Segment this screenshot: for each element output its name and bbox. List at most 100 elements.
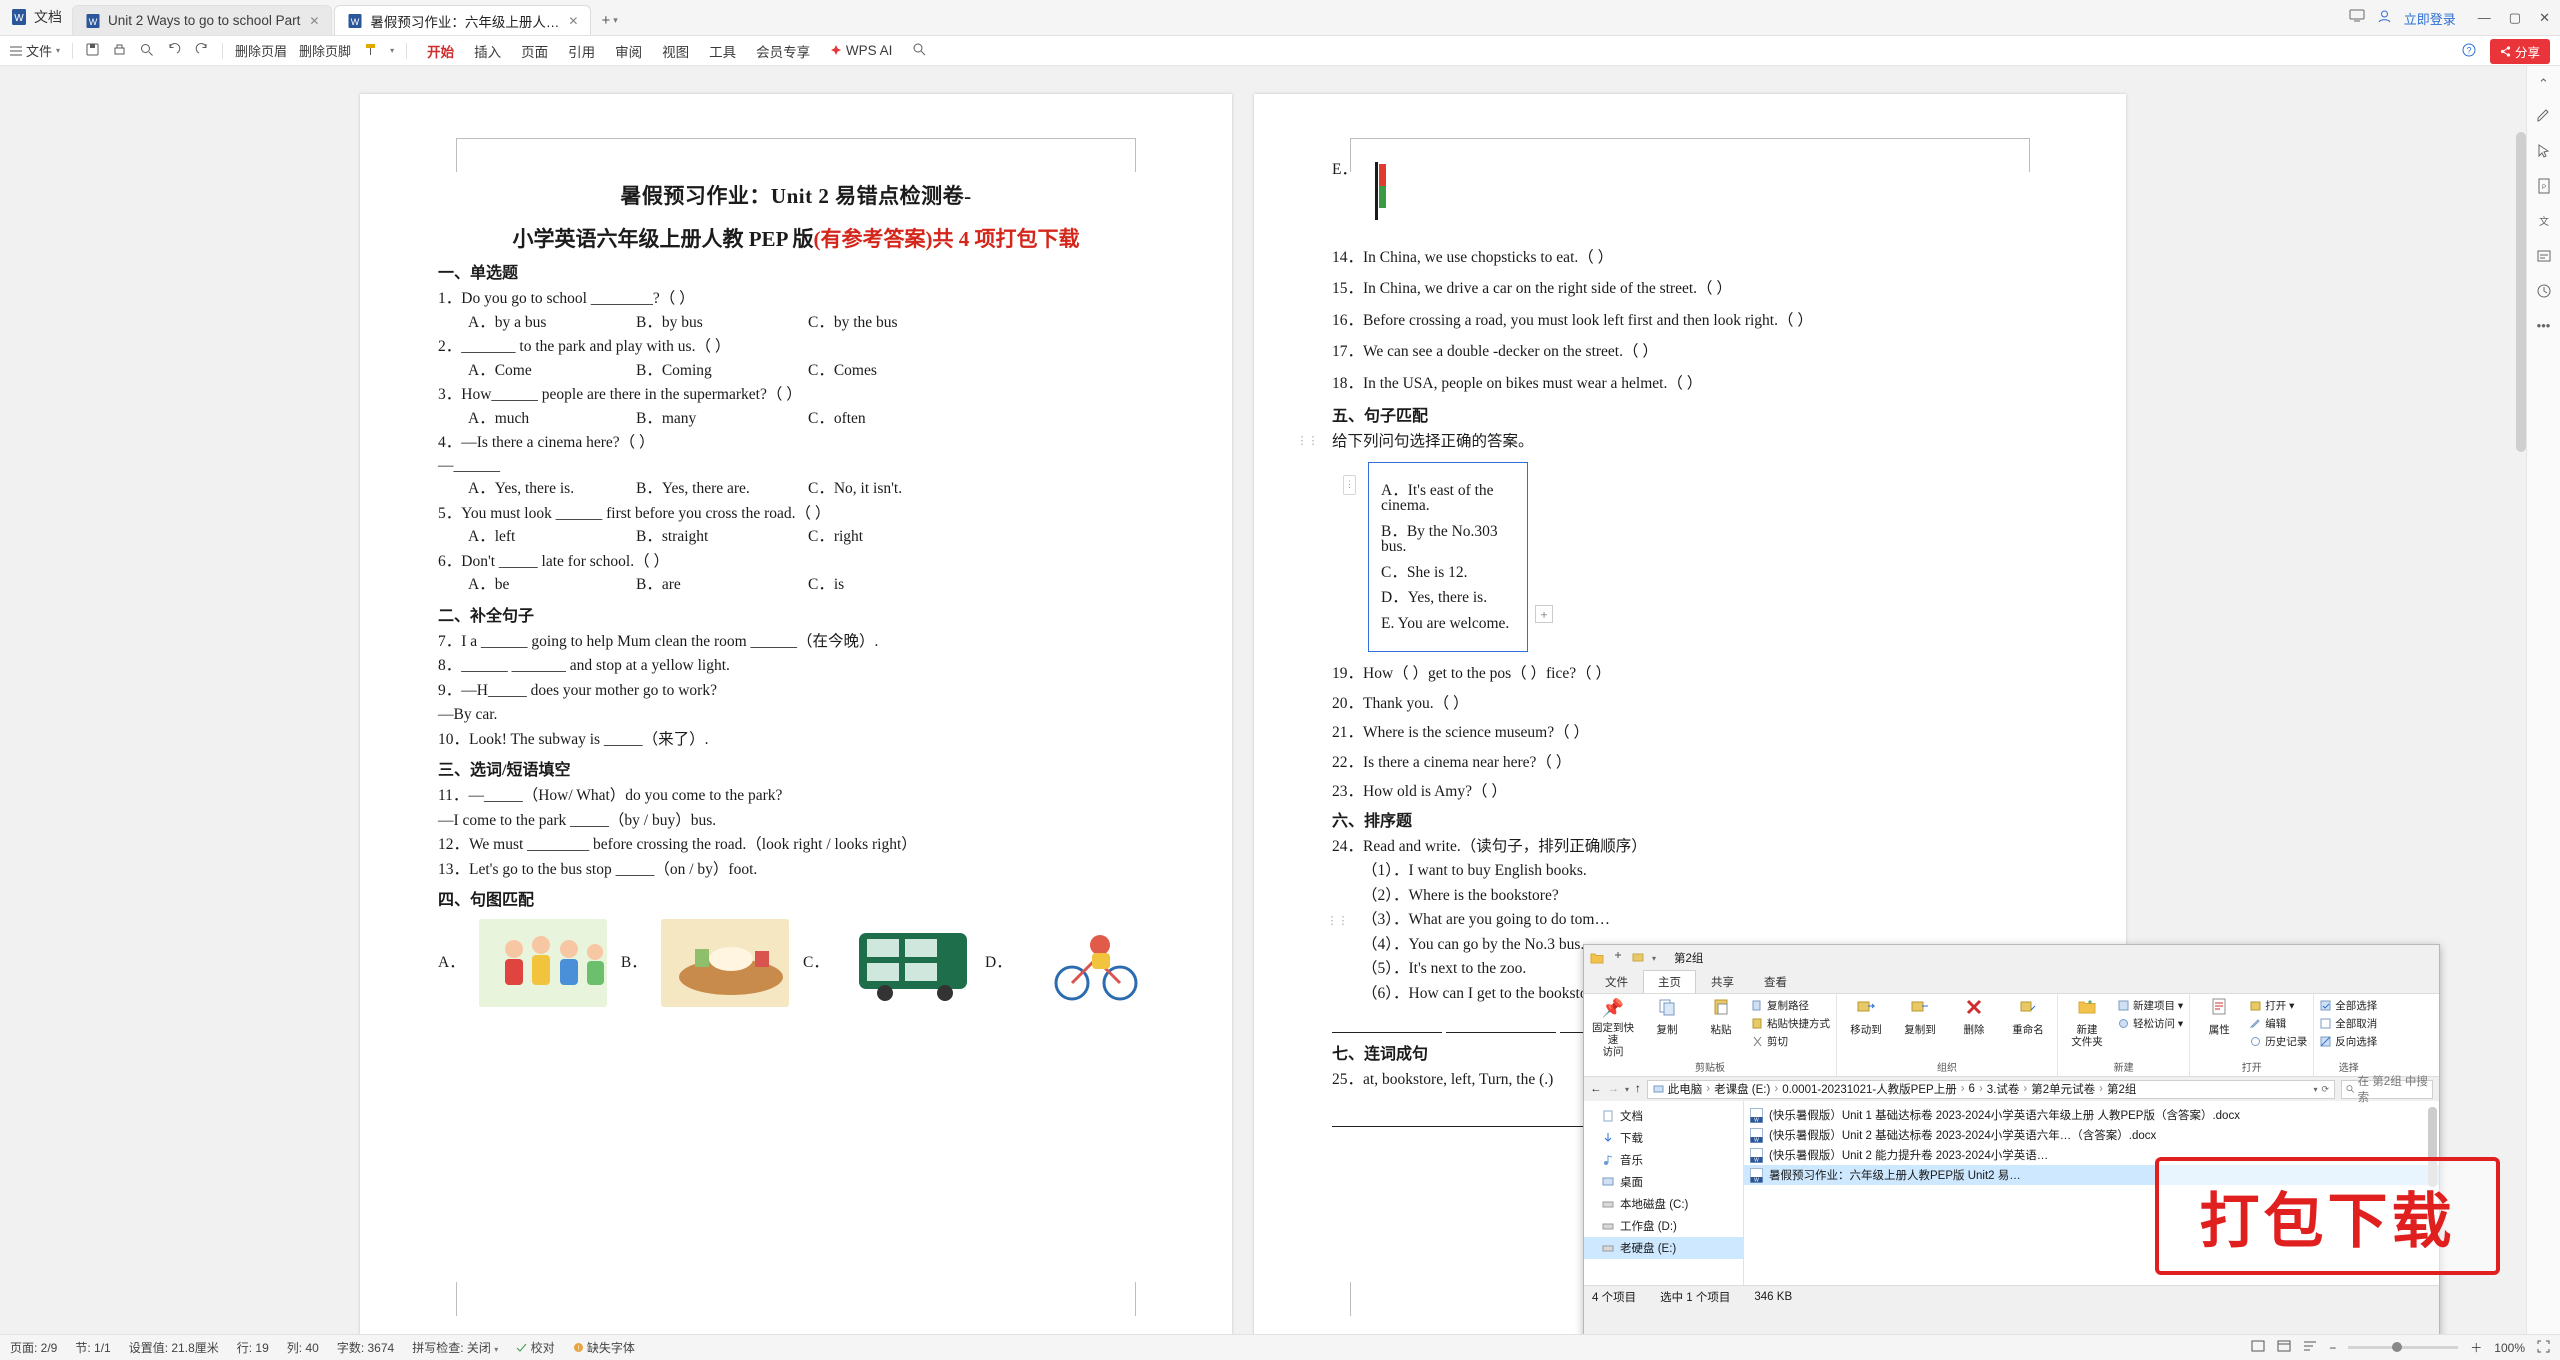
close-icon[interactable]: ✕ xyxy=(309,14,319,28)
up-button[interactable]: ↑ xyxy=(1635,1083,1641,1095)
present-icon[interactable] xyxy=(2349,9,2365,27)
status-wordcount[interactable]: 字数: 3674 xyxy=(337,1339,394,1356)
translate-icon[interactable]: 文 xyxy=(2536,213,2552,232)
tab-reference[interactable]: 引用 xyxy=(568,41,595,61)
breadcrumb-2[interactable]: 0.0001-20231021-人教版PEP上册 xyxy=(1782,1081,1957,1097)
status-page[interactable]: 页面: 2/9 xyxy=(10,1339,57,1356)
explorer-tab-file[interactable]: 文件 xyxy=(1590,970,1643,993)
ribbon-search-icon[interactable] xyxy=(912,42,926,59)
add-icon[interactable]: + xyxy=(1535,605,1553,623)
user-icon[interactable] xyxy=(2377,9,2392,28)
new-folder-button[interactable]: 新建 文件夹 xyxy=(2064,998,2110,1048)
close-icon[interactable]: ✕ xyxy=(568,14,578,28)
refresh-icon[interactable]: ⟳ xyxy=(2321,1084,2329,1095)
pdf-icon[interactable]: P xyxy=(2536,178,2552,197)
document-page-1[interactable]: 暑假预习作业：Unit 2 易错点检测卷- 小学英语六年级上册人教 PEP 版(… xyxy=(360,94,1232,1334)
chevron-down-icon[interactable]: ▾ xyxy=(1625,1085,1629,1094)
list-item[interactable]: W (快乐暑假版）Unit 2 基础达标卷 2023-2024小学英语六年…（含… xyxy=(1744,1125,2439,1145)
chevron-down-icon[interactable]: ▾ xyxy=(390,46,394,55)
new-tab-button[interactable]: + ▾ xyxy=(593,5,625,35)
zoom-out-button[interactable]: − xyxy=(2329,1341,2336,1355)
maximize-button[interactable]: ▢ xyxy=(2509,10,2521,26)
back-button[interactable]: ← xyxy=(1590,1083,1602,1095)
nav-item-disk-d[interactable]: 工作盘 (D:) xyxy=(1584,1215,1743,1237)
list-item[interactable]: W (快乐暑假版）Unit 1 基础达标卷 2023-2024小学英语六年级上册… xyxy=(1744,1105,2439,1125)
status-font-missing[interactable]: ! 缺失字体 xyxy=(573,1339,635,1356)
doc-menu-button[interactable]: W 文档 xyxy=(0,0,72,35)
minimize-button[interactable]: — xyxy=(2478,10,2491,26)
status-section[interactable]: 节: 1/1 xyxy=(75,1339,110,1356)
nav-item-documents[interactable]: 文档 xyxy=(1584,1105,1743,1127)
nav-item-music[interactable]: 音乐 xyxy=(1584,1149,1743,1171)
tab-insert[interactable]: 插入 xyxy=(474,41,501,61)
search-input[interactable]: 在 第2组 中搜索 xyxy=(2341,1076,2433,1104)
format-brush-icon[interactable] xyxy=(363,42,378,60)
paste-button[interactable]: 粘贴 xyxy=(1698,998,1744,1036)
history-button[interactable]: 历史记录 xyxy=(2250,1034,2307,1049)
remove-footer-button[interactable]: 删除页脚 xyxy=(299,41,351,60)
copy-to-button[interactable]: 复制到 xyxy=(1897,998,1943,1036)
tab-tools[interactable]: 工具 xyxy=(709,41,736,61)
select-none-button[interactable]: 全部取消 xyxy=(2320,1016,2377,1031)
tab-summer-homework[interactable]: W 暑假预习作业：六年级上册人… ✕ xyxy=(334,5,592,35)
drag-handle-icon[interactable]: ⋮⋮ xyxy=(1297,432,1319,450)
paste-shortcut-button[interactable]: 粘贴快捷方式 xyxy=(1752,1016,1830,1031)
print-icon[interactable] xyxy=(112,42,127,60)
new-item-button[interactable]: 新建项目 ▾ xyxy=(2118,998,2183,1013)
zoom-value[interactable]: 100% xyxy=(2494,1341,2525,1355)
explorer-tab-share[interactable]: 共享 xyxy=(1696,970,1749,993)
explorer-tab-view[interactable]: 查看 xyxy=(1749,970,1802,993)
nav-item-disk-e[interactable]: 老硬盘 (E:) xyxy=(1584,1237,1743,1259)
question-icon[interactable]: ? xyxy=(2462,43,2476,60)
nav-item-desktop[interactable]: 桌面 xyxy=(1584,1171,1743,1193)
chevron-down-icon[interactable]: ▾ xyxy=(613,15,618,26)
status-row[interactable]: 行: 19 xyxy=(237,1339,269,1356)
login-button[interactable]: 立即登录 xyxy=(2404,9,2456,28)
chevron-down-icon[interactable]: ▾ xyxy=(2313,1085,2317,1094)
drag-handle-icon[interactable]: ⋮⋮ xyxy=(1327,912,1349,930)
nav-item-downloads[interactable]: 下载 xyxy=(1584,1127,1743,1149)
image-child-on-bike[interactable] xyxy=(1025,919,1154,1007)
move-to-button[interactable]: 移动到 xyxy=(1843,998,1889,1036)
tab-start[interactable]: 开始 xyxy=(427,41,454,61)
edit-button[interactable]: 编辑 xyxy=(2250,1016,2307,1031)
breadcrumb-3[interactable]: 6 xyxy=(1969,1083,1975,1095)
chevron-down-icon[interactable]: ▾ xyxy=(1652,954,1656,963)
open-with-button[interactable]: 打开 ▾ xyxy=(2250,998,2307,1013)
copy-button[interactable]: 复制 xyxy=(1644,998,1690,1036)
image-children-walking[interactable] xyxy=(478,919,607,1007)
close-button[interactable]: ✕ xyxy=(2539,10,2550,26)
status-spellcheck[interactable]: 拼写检查: 关闭 ▾ xyxy=(412,1339,498,1356)
breadcrumb-0[interactable]: 此电脑 xyxy=(1668,1081,1703,1097)
drag-handle-icon[interactable]: ⋮ xyxy=(1343,474,1356,495)
file-explorer-window[interactable]: ▾ 第2组 文件 主页 共享 查看 📌 固定到快速 访问 复制 粘贴 复制路径 … xyxy=(1583,944,2440,1338)
cut-button[interactable]: 剪切 xyxy=(1752,1034,1830,1049)
zoom-slider-knob[interactable] xyxy=(2392,1342,2403,1352)
chevron-down-icon[interactable]: ▾ xyxy=(494,1345,498,1354)
view-outline-icon[interactable] xyxy=(2303,1340,2317,1355)
share-button[interactable]: 分享 xyxy=(2489,38,2550,64)
tab-page[interactable]: 页面 xyxy=(521,41,548,61)
match-options-box[interactable]: ⋮ A．It's east of the cinema. B．By the No… xyxy=(1343,461,1553,652)
easy-access-button[interactable]: 轻松访问 ▾ xyxy=(2118,1016,2183,1031)
explorer-tab-home[interactable]: 主页 xyxy=(1643,970,1696,993)
delete-button[interactable]: 删除 xyxy=(1951,998,1997,1036)
forward-button[interactable]: → xyxy=(1608,1083,1620,1095)
pin-icon[interactable] xyxy=(1612,951,1624,966)
tab-wps-ai[interactable]: WPS AI xyxy=(830,43,892,58)
breadcrumb-1[interactable]: 老课盘 (E:) xyxy=(1714,1081,1770,1097)
zoom-in-button[interactable]: ＋ xyxy=(2470,1339,2482,1356)
select-all-button[interactable]: 全部选择 xyxy=(2320,998,2377,1013)
breadcrumb-4[interactable]: 3.试卷 xyxy=(1987,1081,2020,1097)
breadcrumb-5[interactable]: 第2单元试卷 xyxy=(2031,1081,2095,1097)
redo-icon[interactable] xyxy=(194,42,210,60)
image-dinner-table[interactable] xyxy=(660,919,789,1007)
tab-review[interactable]: 审阅 xyxy=(615,41,642,61)
status-setting[interactable]: 设置值: 21.8厘米 xyxy=(129,1339,219,1356)
tab-unit2-ways[interactable]: W Unit 2 Ways to go to school Part ✕ xyxy=(72,5,333,35)
properties-button[interactable]: 属性 xyxy=(2196,998,2242,1036)
rename-button[interactable]: 重命名 xyxy=(2005,998,2051,1036)
copy-path-button[interactable]: 复制路径 xyxy=(1752,998,1830,1013)
history-icon[interactable] xyxy=(2536,283,2552,302)
undo-icon[interactable] xyxy=(166,42,182,60)
